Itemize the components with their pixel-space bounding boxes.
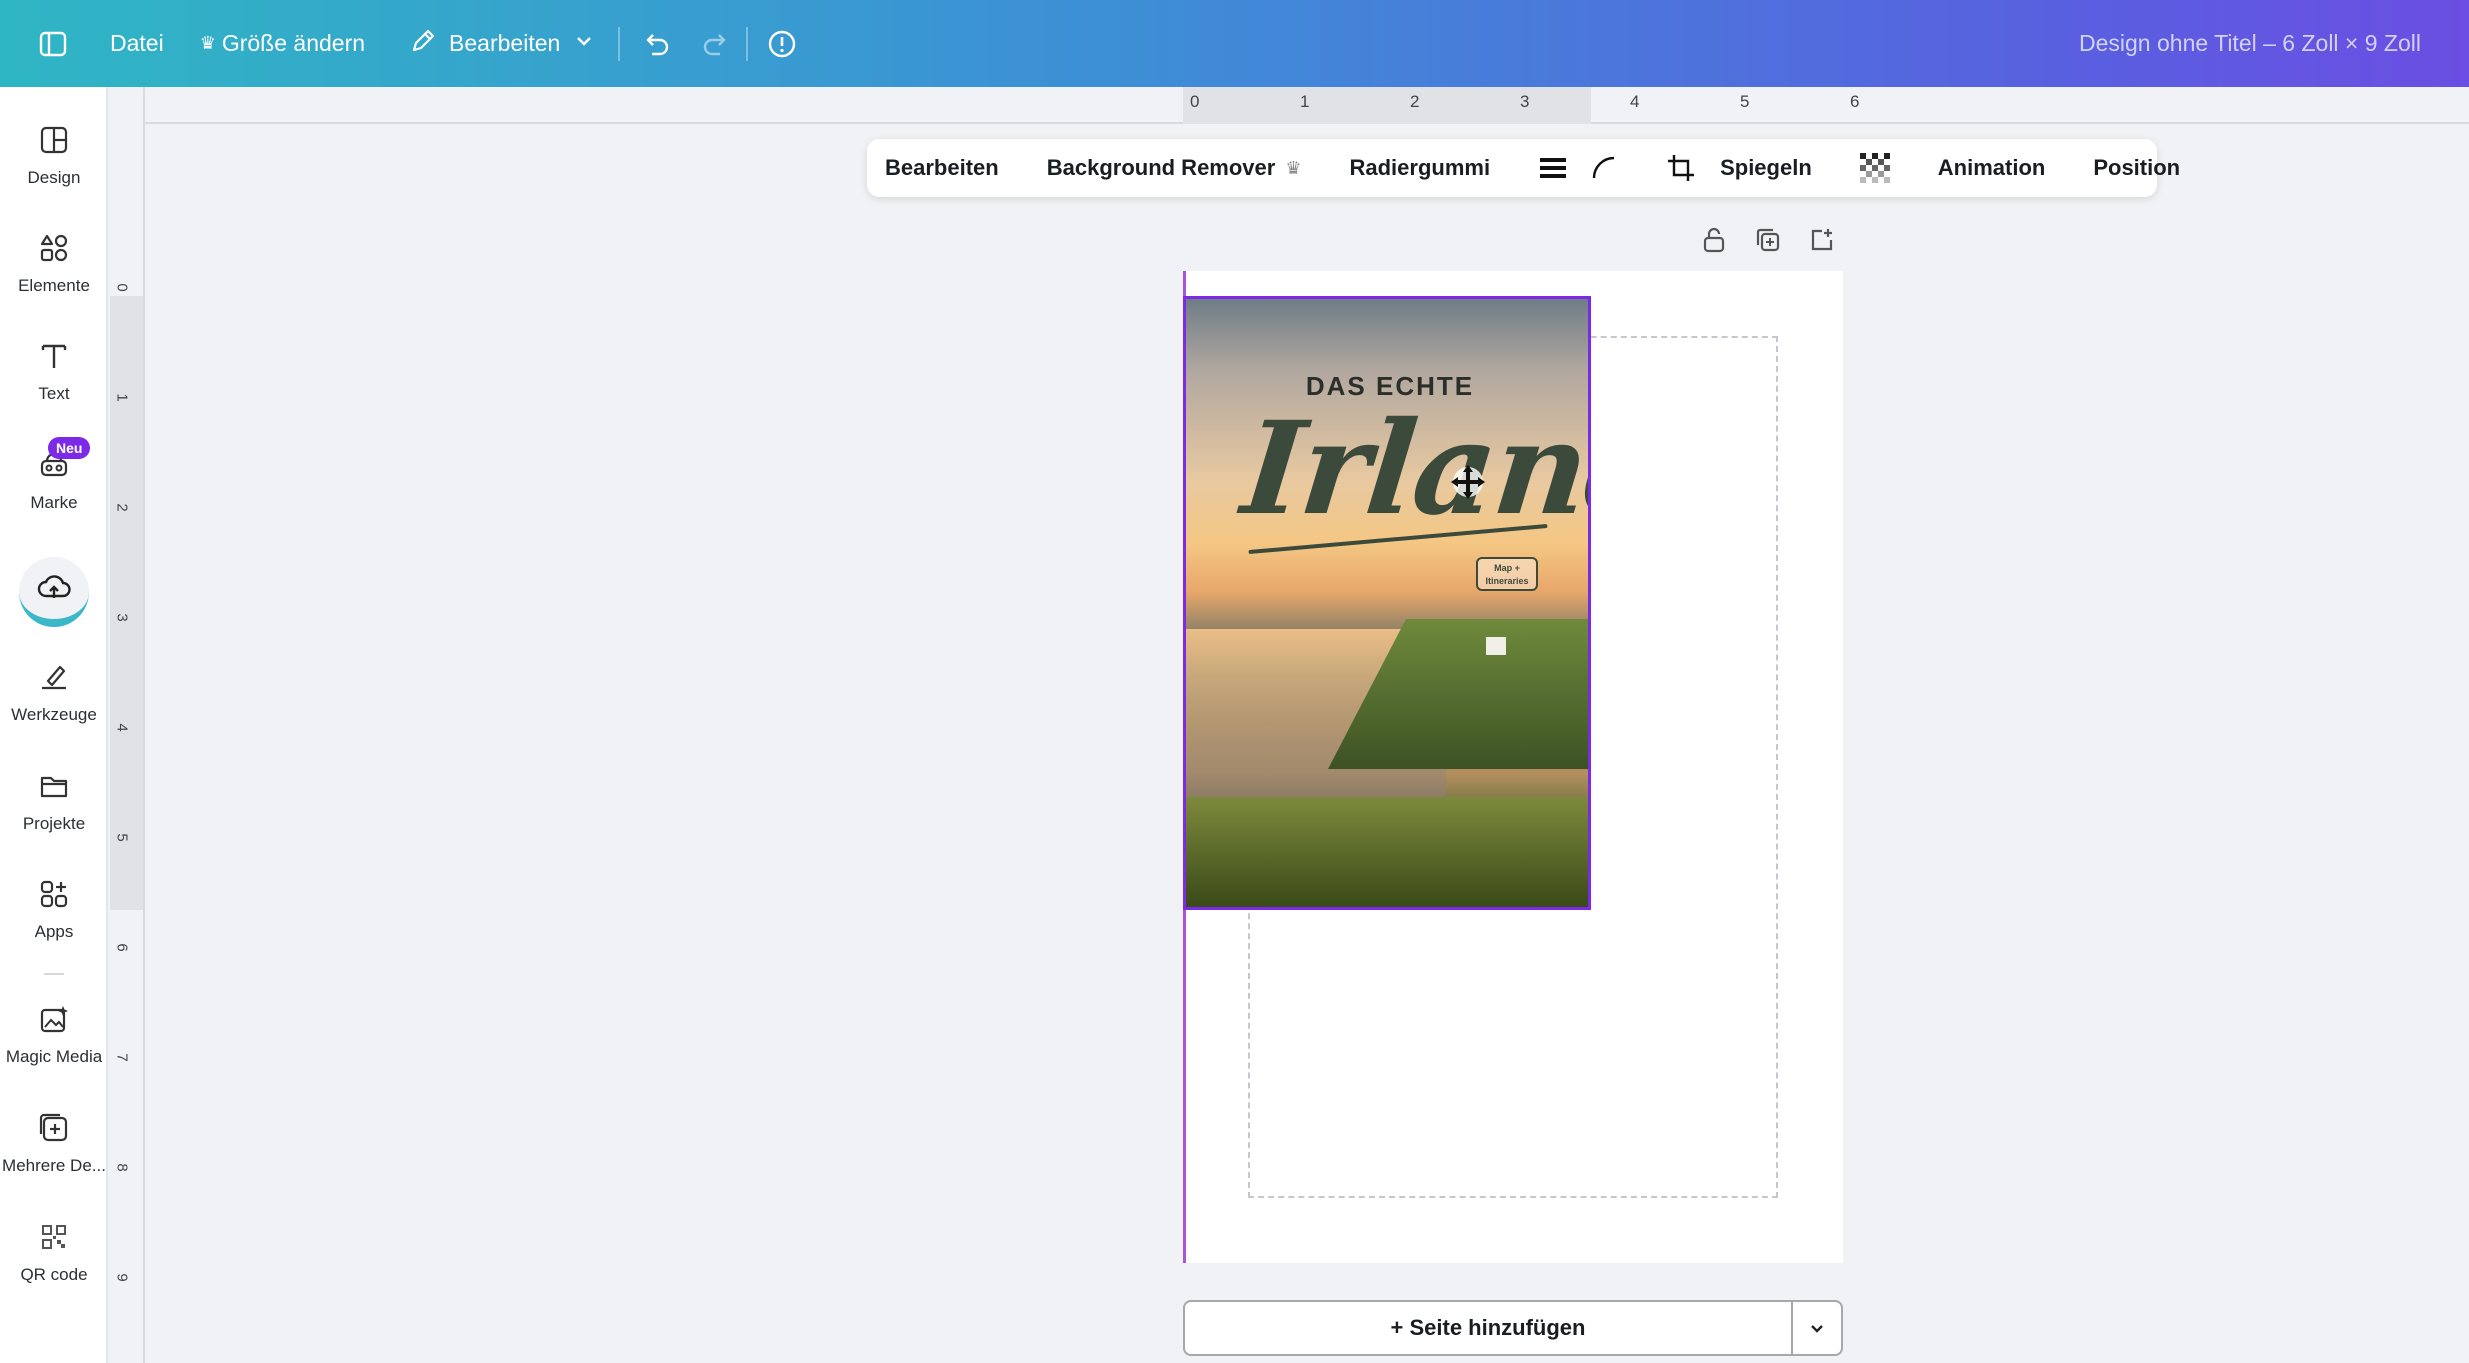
transparency-icon[interactable] [1859, 153, 1890, 183]
ruler-tick-label: 2 [113, 503, 131, 512]
left-sidebar: Design Elemente Text Neu Marke Werkzeuge [0, 87, 108, 1363]
ruler-tick-label: 2 [1410, 92, 1420, 111]
add-page-icon[interactable] [1808, 226, 1836, 259]
redo-icon[interactable] [700, 0, 732, 87]
crown-icon: ♛ [1285, 157, 1302, 178]
selected-image[interactable]: DAS ECHTE Irland Map + Itineraries [1183, 296, 1591, 910]
ruler-tick-label: 0 [113, 283, 131, 292]
ruler-tick-label: 1 [113, 393, 131, 402]
image-context-toolbar: Bearbeiten Background Remover ♛ Radiergu… [867, 139, 2180, 197]
chevron-down-icon [574, 30, 594, 57]
sidebar-item-brand[interactable]: Neu Marke [0, 437, 108, 513]
flip-button[interactable]: Spiegeln [1720, 155, 1812, 181]
sidebar-item-label: Werkzeuge [11, 705, 97, 724]
corner-rounding-icon[interactable] [1590, 154, 1618, 182]
file-menu[interactable]: Datei [110, 0, 164, 87]
new-badge: Neu [48, 437, 91, 459]
sidebar-item-label: Apps [34, 922, 74, 941]
sidebar-item-magic-media[interactable]: Magic Media [0, 1001, 108, 1067]
move-cursor-icon [1448, 462, 1488, 507]
ruler-selection-highlight [1183, 87, 1591, 124]
ruler-tick-label: 0 [1190, 92, 1200, 111]
sidebar-item-label: Elemente [18, 276, 90, 295]
sidebar-item-multi-design[interactable]: Mehrere De... [0, 1110, 108, 1176]
ruler-top: 0 1 2 3 4 5 6 [145, 87, 2469, 124]
ruler-tick-label: 3 [1520, 92, 1530, 111]
crown-icon: ♛ [199, 33, 216, 53]
edit-mode-label: Bearbeiten [449, 30, 561, 56]
edit-image-button[interactable]: Bearbeiten [885, 155, 999, 181]
image-lighthouse [1486, 637, 1506, 655]
sidebar-item-uploads[interactable] [0, 557, 108, 627]
ruler-tick-label: 3 [113, 613, 131, 622]
crop-icon[interactable] [1666, 153, 1696, 183]
sidebar-divider [44, 973, 64, 975]
sidebar-toggle-icon[interactable] [38, 0, 68, 87]
sidebar-item-text[interactable]: Text [0, 338, 108, 404]
border-style-icon[interactable] [1538, 155, 1568, 181]
info-icon[interactable] [766, 0, 798, 87]
ruler-tick-label: 4 [113, 723, 131, 732]
edit-mode-dropdown[interactable]: Bearbeiten [409, 0, 594, 87]
ruler-tick-label: 5 [113, 833, 131, 842]
cover-title: Irland [1236, 394, 1591, 544]
ruler-tick-label: 4 [1630, 92, 1640, 111]
sidebar-item-label: QR code [20, 1265, 88, 1284]
ruler-selection-highlight [110, 296, 143, 910]
page-tools [1700, 226, 1836, 259]
folder-icon [36, 768, 72, 804]
ruler-tick-label: 6 [113, 943, 131, 952]
chevron-down-icon[interactable] [1791, 1302, 1841, 1354]
resize-button[interactable]: ♛ Größe ändern [200, 0, 365, 87]
apps-icon [36, 876, 72, 912]
sidebar-item-qr-code[interactable]: QR code [0, 1219, 108, 1285]
sidebar-item-label: Projekte [22, 814, 86, 833]
cover-tag: Map + Itineraries [1476, 557, 1538, 591]
duplicate-page-icon[interactable] [1754, 226, 1782, 259]
ruler-tick-label: 9 [113, 1273, 131, 1282]
sidebar-item-projects[interactable]: Projekte [0, 768, 108, 834]
background-remover-label: Background Remover [1046, 155, 1276, 180]
sidebar-item-label: Marke [30, 493, 78, 512]
sidebar-item-apps[interactable]: Apps [0, 876, 108, 942]
sidebar-item-elements[interactable]: Elemente [0, 230, 108, 296]
topbar-divider [618, 26, 621, 61]
text-icon [36, 338, 72, 374]
add-page-bar: + Seite hinzufügen [1183, 1300, 1843, 1356]
sidebar-item-tools[interactable]: Werkzeuge [0, 659, 108, 725]
qr-code-icon [36, 1219, 72, 1255]
sidebar-item-label: Text [38, 384, 70, 403]
magic-media-icon [36, 1001, 72, 1037]
image-grass [1186, 797, 1588, 907]
sidebar-item-design[interactable]: Design [0, 122, 108, 188]
shapes-icon [36, 230, 72, 266]
top-bar: Datei ♛ Größe ändern Bearbeiten Design o… [0, 0, 2469, 87]
ruler-tick-label: 7 [113, 1053, 131, 1062]
resize-label: Größe ändern [221, 30, 366, 56]
add-page-button[interactable]: + Seite hinzufügen [1185, 1302, 1791, 1354]
topbar-divider [746, 26, 749, 61]
ruler-tick-label: 1 [1300, 92, 1310, 111]
document-title[interactable]: Design ohne Titel – 6 Zoll × 9 Zoll [2079, 0, 2421, 87]
sidebar-item-label: Design [27, 168, 81, 187]
pencil-icon [409, 27, 437, 61]
animation-button[interactable]: Animation [1938, 155, 2046, 181]
eraser-button[interactable]: Radiergummi [1349, 155, 1490, 181]
background-remover-button[interactable]: Background Remover ♛ [1047, 155, 1302, 181]
lock-icon[interactable] [1700, 226, 1728, 259]
undo-icon[interactable] [640, 0, 672, 87]
sidebar-item-label: Mehrere De... [2, 1156, 106, 1175]
ruler-left: 0 1 2 3 4 5 6 7 8 9 [110, 87, 145, 1363]
position-button[interactable]: Position [2093, 155, 2180, 181]
ruler-tick-label: 6 [1850, 92, 1860, 111]
ruler-tick-label: 5 [1740, 92, 1750, 111]
layout-icon [36, 122, 72, 158]
multi-design-icon [36, 1110, 72, 1146]
draw-icon [36, 659, 72, 695]
sidebar-item-label: Magic Media [5, 1047, 103, 1066]
ruler-tick-label: 8 [113, 1163, 131, 1172]
upload-cloud-icon [19, 557, 89, 627]
